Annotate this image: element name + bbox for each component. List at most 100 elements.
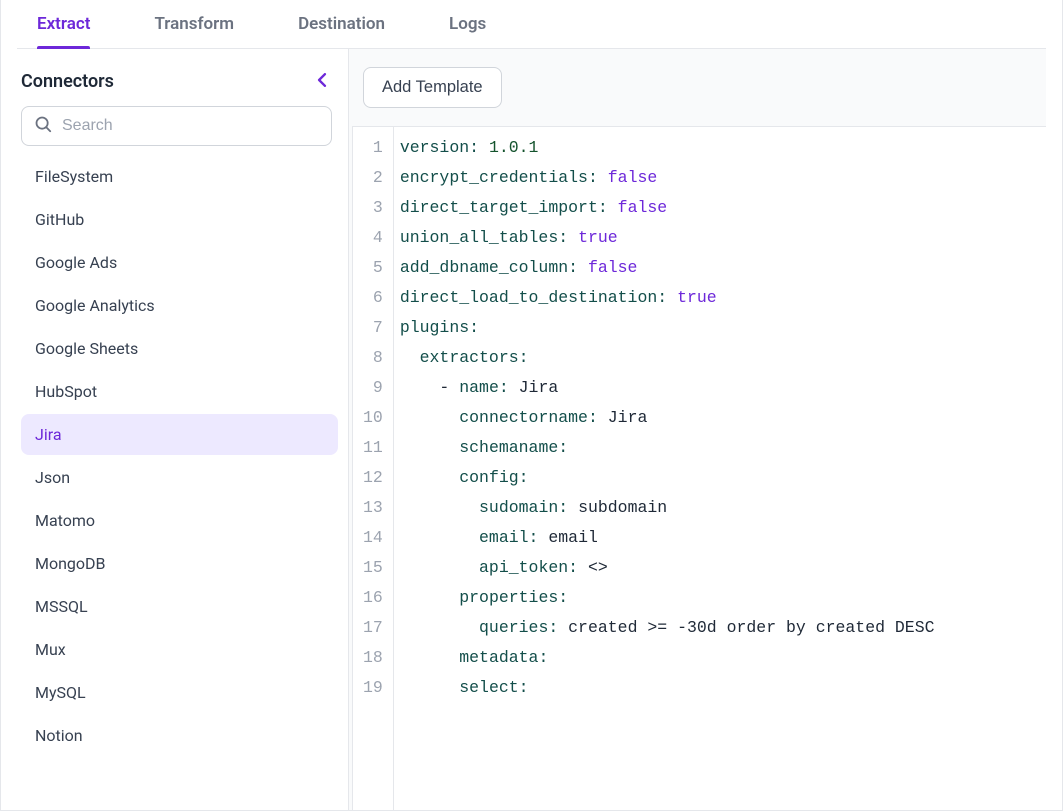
line-number: 10 — [361, 403, 385, 433]
code-content[interactable]: version: 1.0.1encrypt_credentials: false… — [394, 127, 1046, 810]
search-wrap — [17, 106, 348, 154]
connector-item-jira[interactable]: Jira — [21, 414, 338, 455]
code-line[interactable]: select: — [400, 673, 1036, 703]
token-plain — [400, 438, 459, 457]
token-colon: : — [548, 618, 568, 637]
yaml-editor[interactable]: 12345678910111213141516171819 version: 1… — [352, 126, 1046, 810]
code-line[interactable]: extractors: — [400, 343, 1036, 373]
token-bool: false — [588, 258, 638, 277]
code-line[interactable]: schemaname: — [400, 433, 1036, 463]
code-line[interactable]: queries: created >= -30d order by create… — [400, 613, 1036, 643]
token-plain — [400, 468, 459, 487]
connector-item-mongodb[interactable]: MongoDB — [21, 543, 338, 584]
editor-toolbar: Add Template — [349, 49, 1046, 126]
connector-item-hubspot[interactable]: HubSpot — [21, 371, 338, 412]
token-plain: <> — [588, 558, 608, 577]
line-number: 8 — [361, 343, 385, 373]
token-plain — [400, 498, 479, 517]
token-plain: subdomain — [578, 498, 667, 517]
token-colon: : — [499, 378, 519, 397]
line-number: 2 — [361, 163, 385, 193]
token-ver: 1.0.1 — [489, 138, 539, 157]
code-line[interactable]: email: email — [400, 523, 1036, 553]
connector-item-google-ads[interactable]: Google Ads — [21, 242, 338, 283]
token-colon: : — [469, 318, 479, 337]
token-key: union_all_tables — [400, 228, 558, 247]
token-key: direct_load_to_destination — [400, 288, 657, 307]
tab-destination[interactable]: Destination — [298, 0, 385, 48]
collapse-sidebar-button[interactable] — [312, 69, 332, 94]
code-line[interactable]: metadata: — [400, 643, 1036, 673]
token-colon: : — [657, 288, 677, 307]
token-bool: false — [618, 198, 668, 217]
connector-item-json[interactable]: Json — [21, 457, 338, 498]
token-plain — [400, 528, 479, 547]
code-line[interactable]: direct_target_import: false — [400, 193, 1036, 223]
token-key: version — [400, 138, 469, 157]
connector-item-google-analytics[interactable]: Google Analytics — [21, 285, 338, 326]
connector-item-matomo[interactable]: Matomo — [21, 500, 338, 541]
code-line[interactable]: add_dbname_column: false — [400, 253, 1036, 283]
sidebar-header: Connectors — [17, 65, 348, 106]
token-plain: Jira — [519, 378, 559, 397]
connector-item-google-sheets[interactable]: Google Sheets — [21, 328, 338, 369]
code-line[interactable]: sudomain: subdomain — [400, 493, 1036, 523]
token-plain — [400, 618, 479, 637]
token-colon: : — [519, 468, 529, 487]
token-punct: - — [439, 378, 459, 397]
connector-item-mysql[interactable]: MySQL — [21, 672, 338, 713]
code-line[interactable]: union_all_tables: true — [400, 223, 1036, 253]
search-input[interactable] — [62, 117, 319, 135]
line-number: 3 — [361, 193, 385, 223]
line-number: 18 — [361, 643, 385, 673]
token-key: extractors — [420, 348, 519, 367]
code-line[interactable]: config: — [400, 463, 1036, 493]
token-key: name — [459, 378, 499, 397]
connector-item-github[interactable]: GitHub — [21, 199, 338, 240]
token-colon: : — [519, 348, 529, 367]
token-plain: Jira — [608, 408, 648, 427]
connector-item-mux[interactable]: Mux — [21, 629, 338, 670]
line-number: 14 — [361, 523, 385, 553]
token-colon: : — [558, 588, 568, 607]
line-number: 1 — [361, 133, 385, 163]
token-key: properties — [459, 588, 558, 607]
token-bool: true — [677, 288, 717, 307]
tab-transform[interactable]: Transform — [154, 0, 234, 48]
token-key: direct_target_import — [400, 198, 598, 217]
token-colon: : — [469, 138, 489, 157]
add-template-button[interactable]: Add Template — [363, 67, 502, 108]
tab-extract[interactable]: Extract — [37, 0, 90, 48]
search-box[interactable] — [21, 106, 332, 146]
connector-list[interactable]: FileSystemGitHubGoogle AdsGoogle Analyti… — [17, 154, 348, 810]
token-plain — [400, 678, 459, 697]
connector-item-mssql[interactable]: MSSQL — [21, 586, 338, 627]
token-colon: : — [558, 228, 578, 247]
connector-item-notion[interactable]: Notion — [21, 715, 338, 756]
code-line[interactable]: plugins: — [400, 313, 1036, 343]
token-colon: : — [538, 648, 548, 667]
connectors-sidebar: Connectors FileSystemGitHubGoogle AdsGoo… — [17, 49, 349, 810]
code-line[interactable]: encrypt_credentials: false — [400, 163, 1036, 193]
token-plain: email — [548, 528, 598, 547]
token-colon: : — [568, 258, 588, 277]
code-line[interactable]: api_token: <> — [400, 553, 1036, 583]
token-colon: : — [519, 678, 529, 697]
token-bool: true — [578, 228, 618, 247]
token-key: api_token — [479, 558, 568, 577]
token-plain — [400, 648, 459, 667]
code-line[interactable]: - name: Jira — [400, 373, 1036, 403]
code-line[interactable]: connectorname: Jira — [400, 403, 1036, 433]
tab-logs[interactable]: Logs — [449, 0, 486, 48]
code-line[interactable]: version: 1.0.1 — [400, 133, 1036, 163]
main-tabs: Extract Transform Destination Logs — [17, 0, 1046, 49]
token-key: schemaname — [459, 438, 558, 457]
line-number: 7 — [361, 313, 385, 343]
line-number: 5 — [361, 253, 385, 283]
connector-item-filesystem[interactable]: FileSystem — [21, 156, 338, 197]
code-line[interactable]: properties: — [400, 583, 1036, 613]
code-line[interactable]: direct_load_to_destination: true — [400, 283, 1036, 313]
line-number: 15 — [361, 553, 385, 583]
token-colon: : — [529, 528, 549, 547]
token-plain — [400, 378, 440, 397]
